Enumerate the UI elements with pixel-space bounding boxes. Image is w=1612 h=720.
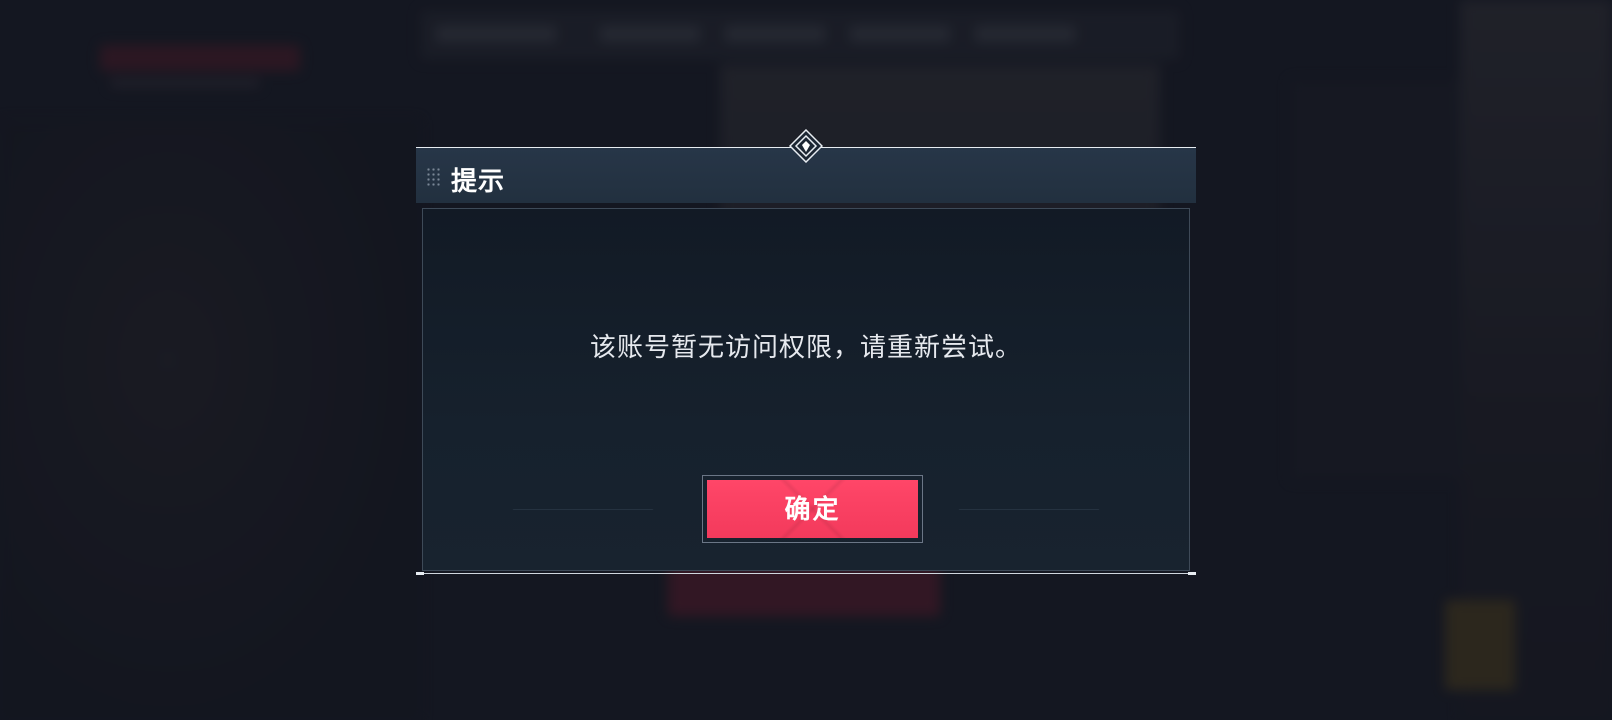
dialog-title: 提示	[451, 167, 506, 197]
corner-mark	[416, 572, 424, 575]
corner-mark	[1188, 572, 1196, 575]
alert-dialog: 提示 该账号暂无访问权限，请重新尝试。 确定	[416, 129, 1196, 575]
dialog-message: 该账号暂无访问权限，请重新尝试。	[589, 333, 1022, 363]
decorative-line	[452, 509, 654, 570]
confirm-button-label: 确定	[784, 495, 841, 525]
drag-grip-icon	[426, 167, 442, 187]
confirm-button-frame: 确定	[702, 475, 923, 543]
decorative-line	[958, 509, 1160, 570]
dialog-bottom-border	[416, 573, 1196, 574]
confirm-button[interactable]: 确定	[707, 480, 918, 538]
diamond-emblem-icon	[789, 129, 823, 163]
dialog-body: 该账号暂无访问权限，请重新尝试。 确定	[422, 208, 1190, 571]
